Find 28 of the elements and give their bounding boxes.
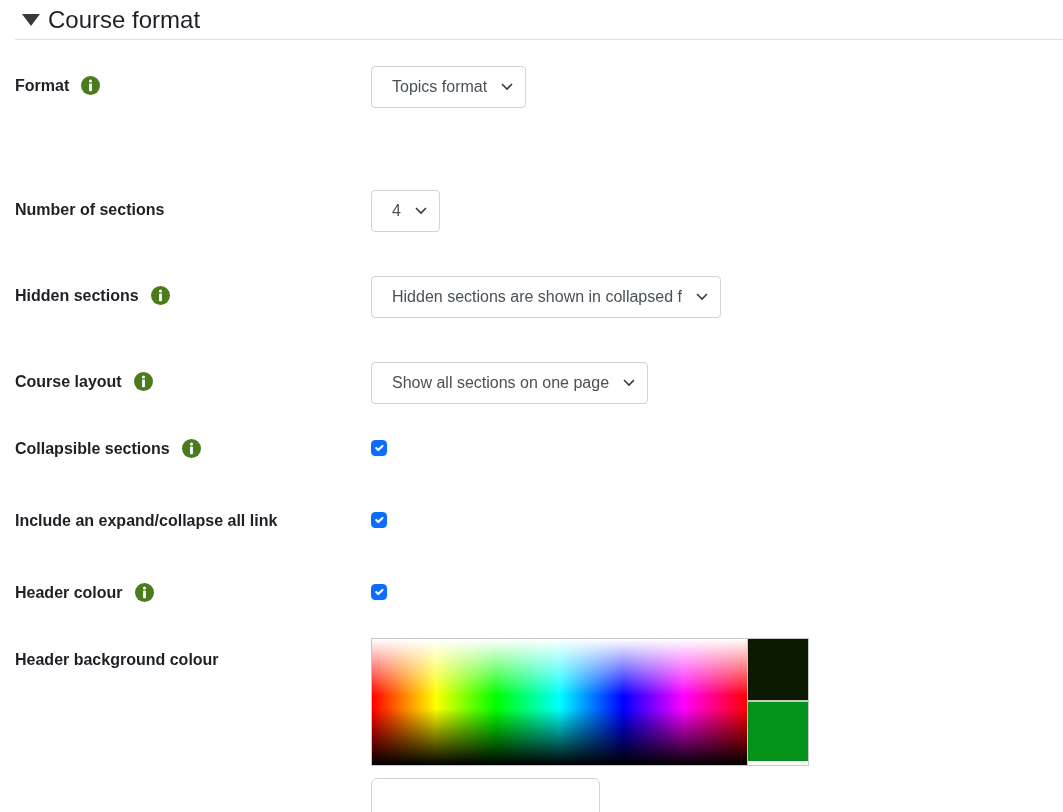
help-icon[interactable] (150, 286, 170, 306)
field-label: Collapsible sections (15, 438, 170, 459)
collapse-toggle-icon[interactable] (22, 14, 40, 27)
input-field[interactable] (371, 777, 600, 812)
checkbox[interactable] (371, 583, 387, 600)
field-label: Hidden sections (15, 285, 139, 306)
color-spectrum[interactable] (371, 637, 748, 766)
dropdown-select[interactable]: 4 (371, 189, 440, 232)
checkbox[interactable] (371, 511, 387, 528)
field-label: Include an expand/collapse all link (15, 510, 278, 531)
checkbox[interactable] (371, 439, 387, 456)
help-icon[interactable] (134, 583, 154, 603)
chevron-down-icon (501, 82, 514, 91)
help-icon[interactable] (133, 372, 153, 392)
field-label: Course layout (15, 371, 122, 392)
help-icon[interactable] (81, 76, 101, 96)
section-heading: Course format (48, 6, 201, 35)
help-icon[interactable] (181, 439, 201, 459)
dropdown-select[interactable]: Topics format (371, 65, 527, 108)
field-label: Format (15, 75, 70, 96)
field-label: Number of sections (15, 199, 165, 220)
field-label: Header colour (15, 582, 123, 603)
dropdown-select[interactable]: Hidden sections are shown in collapsed f (371, 275, 721, 318)
field-label: Header background colour (15, 649, 219, 670)
chevron-down-icon (695, 292, 708, 301)
chevron-down-icon (414, 206, 427, 215)
chevron-down-icon (623, 378, 636, 387)
dropdown-select[interactable]: Show all sections on one page (371, 361, 649, 404)
